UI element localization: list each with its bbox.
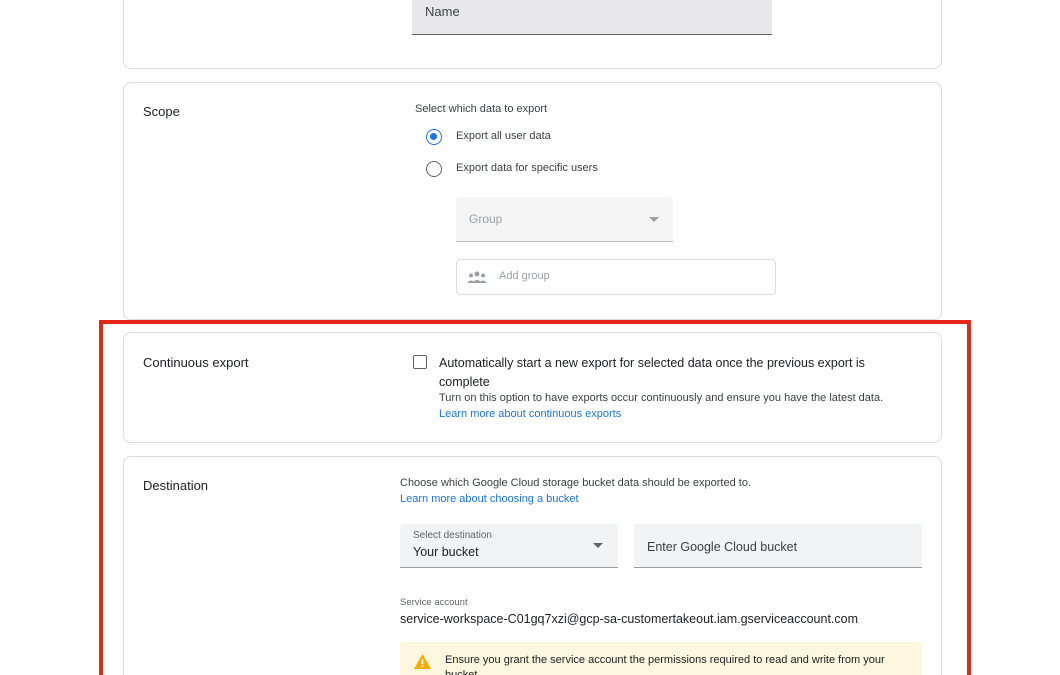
radio-export-specific-label: Export data for specific users — [456, 162, 598, 174]
destination-learn-more-link[interactable]: Learn more about choosing a bucket — [400, 493, 579, 505]
continuous-export-checkbox[interactable] — [413, 355, 427, 369]
service-account-value: service-workspace-C01gq7xzi@gcp-sa-custo… — [400, 612, 859, 626]
continuous-export-title: Continuous export — [143, 355, 249, 370]
destination-title: Destination — [143, 478, 209, 493]
permission-warning: Ensure you grant the service account the… — [400, 642, 922, 675]
add-group-placeholder: Add group — [499, 270, 550, 282]
service-account-label: Service account — [400, 597, 468, 608]
continuous-export-learn-more-link[interactable]: Learn more about continuous exports — [439, 408, 621, 420]
group-select[interactable]: Group — [456, 197, 673, 242]
destination-select-label: Select destination — [413, 530, 492, 541]
chevron-down-icon — [593, 543, 603, 548]
radio-export-all-label: Export all user data — [456, 130, 551, 142]
bucket-input[interactable]: Enter Google Cloud bucket — [634, 524, 922, 568]
destination-card: Destination Choose which Google Cloud st… — [123, 456, 942, 675]
name-card: Name — [123, 0, 942, 69]
bucket-input-placeholder: Enter Google Cloud bucket — [647, 540, 798, 554]
add-group-input[interactable]: Add group — [456, 259, 776, 295]
scope-title: Scope — [143, 104, 180, 119]
scope-prompt: Select which data to export — [415, 103, 548, 115]
continuous-export-help: Turn on this option to have exports occu… — [439, 392, 884, 404]
radio-export-all[interactable] — [426, 129, 442, 145]
permission-warning-text: Ensure you grant the service account the… — [445, 654, 885, 675]
continuous-export-checkbox-label: Automatically start a new export for sel… — [439, 356, 865, 389]
name-input[interactable]: Name — [412, 0, 772, 35]
group-select-placeholder: Group — [469, 212, 503, 226]
scope-card: Scope Select which data to export Export… — [123, 82, 942, 320]
group-icon — [467, 271, 487, 283]
destination-select[interactable]: Select destination Your bucket — [400, 524, 618, 568]
continuous-export-card: Continuous export Automatically start a … — [123, 332, 942, 443]
destination-select-value: Your bucket — [413, 545, 479, 559]
name-input-label: Name — [425, 4, 460, 19]
destination-prompt: Choose which Google Cloud storage bucket… — [400, 477, 752, 489]
radio-export-specific[interactable] — [426, 161, 442, 177]
warning-icon — [414, 654, 431, 669]
chevron-down-icon — [649, 217, 659, 222]
